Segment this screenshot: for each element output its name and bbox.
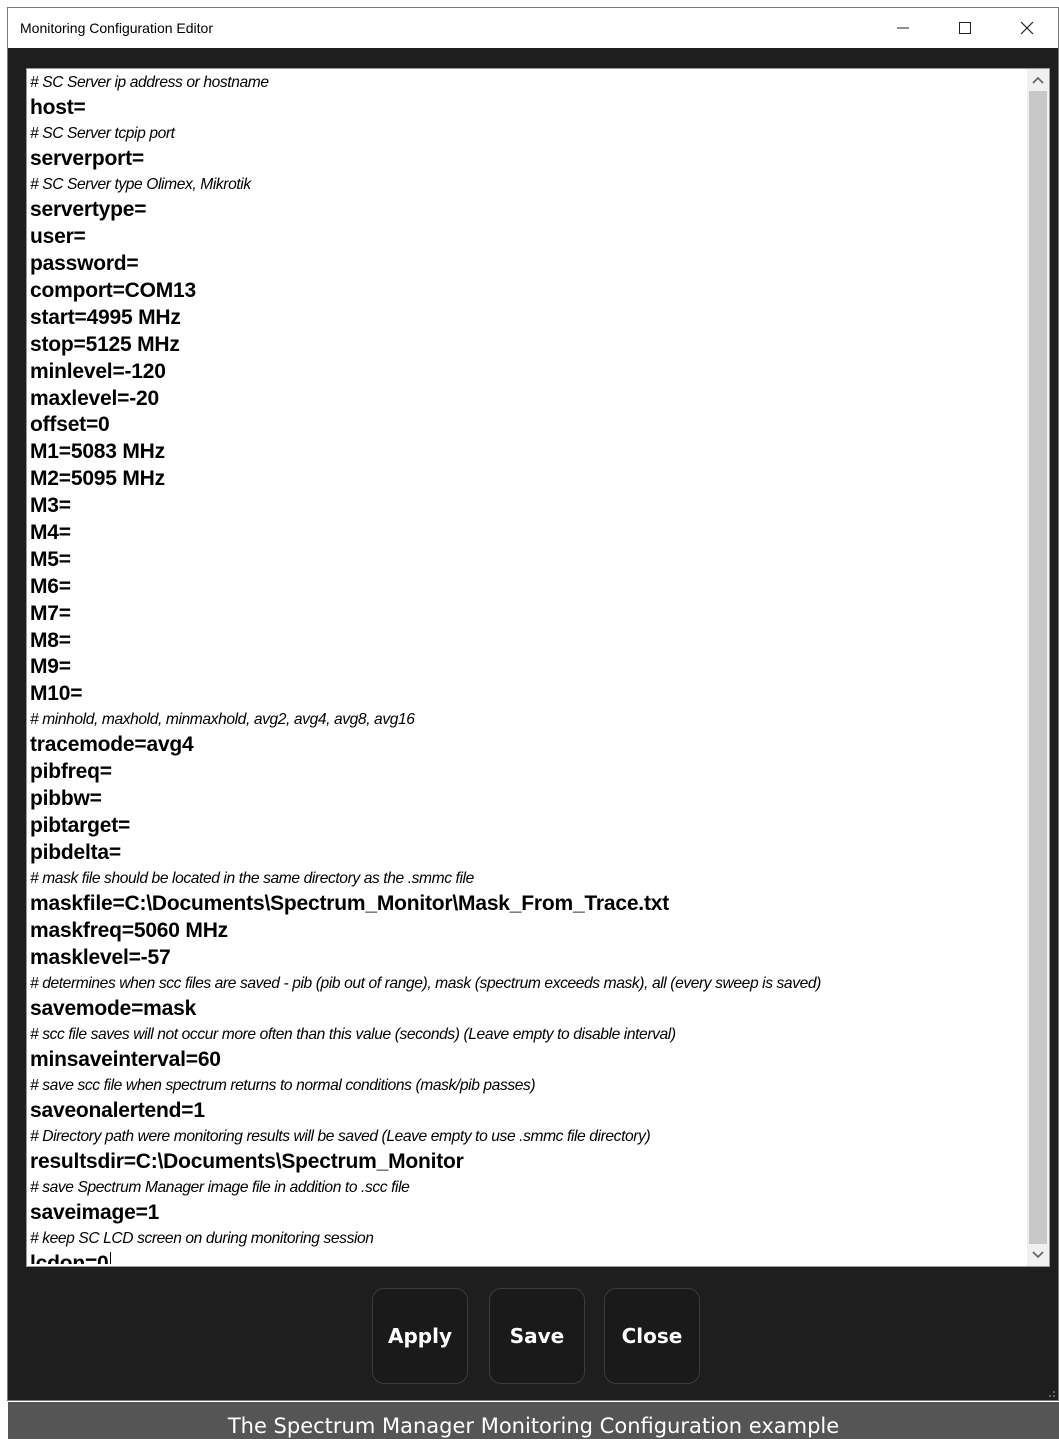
config-setting-line: start=4995 MHz xyxy=(30,305,181,329)
maximize-button[interactable] xyxy=(934,8,996,48)
config-setting-line: savemode=mask xyxy=(30,996,197,1020)
config-setting-line: host= xyxy=(30,96,86,120)
minimize-button[interactable] xyxy=(872,8,934,48)
config-comment-line: # Directory path were monitoring results… xyxy=(30,1128,651,1145)
config-setting-line: saveimage=1 xyxy=(30,1201,160,1225)
config-setting-line: pibtarget= xyxy=(30,814,131,838)
config-setting-line: maskfile=C:\Documents\Spectrum_Monitor\M… xyxy=(30,892,670,916)
config-setting-line: M6= xyxy=(30,574,71,598)
config-text-editor[interactable]: # SC Server ip address or hostname host= #… xyxy=(26,68,1050,1267)
config-setting-line: M8= xyxy=(30,628,71,652)
config-comment-line: # save Spectrum Manager image file in ad… xyxy=(30,1179,410,1197)
config-setting-line: comport=COM13 xyxy=(30,279,197,303)
window-title: Monitoring Configuration Editor xyxy=(20,20,213,36)
apply-button[interactable]: Apply xyxy=(372,1288,468,1384)
config-setting-line: user= xyxy=(30,225,86,249)
config-setting-line: resultsdir=C:\Documents\Spectrum_Monitor xyxy=(30,1150,464,1174)
config-setting-line: pibdelta= xyxy=(30,841,121,865)
config-text-content[interactable]: # SC Server ip address or hostname host= #… xyxy=(30,71,1025,1264)
config-setting-line: M2=5095 MHz xyxy=(30,467,165,491)
chevron-up-icon xyxy=(1032,76,1044,84)
action-buttons: Apply Save Close xyxy=(8,1288,1058,1386)
config-setting-line: M3= xyxy=(30,494,71,518)
config-setting-line: minlevel=-120 xyxy=(30,359,166,383)
config-comment-line: # determines when scc files are saved - … xyxy=(30,974,821,992)
vertical-scrollbar[interactable] xyxy=(1027,69,1049,1266)
config-comment-line: # minhold, maxhold, minmaxhold, avg2, av… xyxy=(30,711,415,729)
close-window-button[interactable] xyxy=(996,8,1058,48)
save-button[interactable]: Save xyxy=(489,1288,585,1384)
config-setting-line: M1=5083 MHz xyxy=(30,440,165,464)
text-cursor xyxy=(109,1252,111,1264)
config-setting-line: stop=5125 MHz xyxy=(30,332,180,356)
resize-grip-icon[interactable] xyxy=(1048,1390,1056,1398)
config-setting-line: M7= xyxy=(30,601,71,625)
config-setting-line: minsaveinterval=60 xyxy=(30,1048,221,1072)
maximize-icon xyxy=(959,22,971,34)
config-comment-line: # SC Server type Olimex, Mikrotik xyxy=(30,176,251,194)
figure-caption: The Spectrum Manager Monitoring Configur… xyxy=(8,1402,1059,1439)
config-setting-line: M5= xyxy=(30,547,71,571)
config-setting-line: tracemode=avg4 xyxy=(30,733,194,757)
client-area: # SC Server ip address or hostname host= #… xyxy=(8,48,1058,1400)
config-setting-line: maxlevel=-20 xyxy=(30,386,159,410)
scroll-up-arrow[interactable] xyxy=(1027,69,1049,91)
config-comment-line: # SC Server tcpip port xyxy=(30,125,175,143)
minimize-icon xyxy=(897,27,909,29)
config-setting-line: password= xyxy=(30,252,139,276)
config-setting-line: serverport= xyxy=(30,147,144,171)
config-setting-line: servertype= xyxy=(30,198,147,222)
editor-window: Monitoring Configuration Editor # SC Ser… xyxy=(7,7,1059,1401)
config-setting-line: pibbw= xyxy=(30,787,102,811)
title-bar[interactable]: Monitoring Configuration Editor xyxy=(8,8,1058,48)
config-setting-line: M4= xyxy=(30,521,71,545)
config-setting-line: pibfreq= xyxy=(30,760,112,784)
config-comment-line: # mask file should be located in the sam… xyxy=(30,869,474,887)
config-setting-line: offset=0 xyxy=(30,413,110,437)
scroll-down-arrow[interactable] xyxy=(1027,1244,1049,1266)
close-icon xyxy=(1020,21,1034,35)
scrollbar-thumb[interactable] xyxy=(1029,91,1047,1244)
config-setting-line: saveonalertend=1 xyxy=(30,1099,205,1123)
config-comment-line: # SC Server ip address or hostname xyxy=(30,74,269,91)
chevron-down-icon xyxy=(1032,1251,1044,1259)
config-setting-line: lcdon=0 xyxy=(30,1251,1025,1264)
config-setting-line: maskfreq=5060 MHz xyxy=(30,918,228,942)
config-comment-line: # save scc file when spectrum returns to… xyxy=(30,1076,536,1094)
config-setting-line: M9= xyxy=(30,655,71,679)
config-comment-line: # scc file saves will not occur more oft… xyxy=(30,1025,676,1043)
config-setting-line: M10= xyxy=(30,682,83,706)
config-setting-line: masklevel=-57 xyxy=(30,945,171,969)
close-button[interactable]: Close xyxy=(604,1288,700,1384)
config-comment-line: # keep SC LCD screen on during monitorin… xyxy=(30,1230,374,1248)
